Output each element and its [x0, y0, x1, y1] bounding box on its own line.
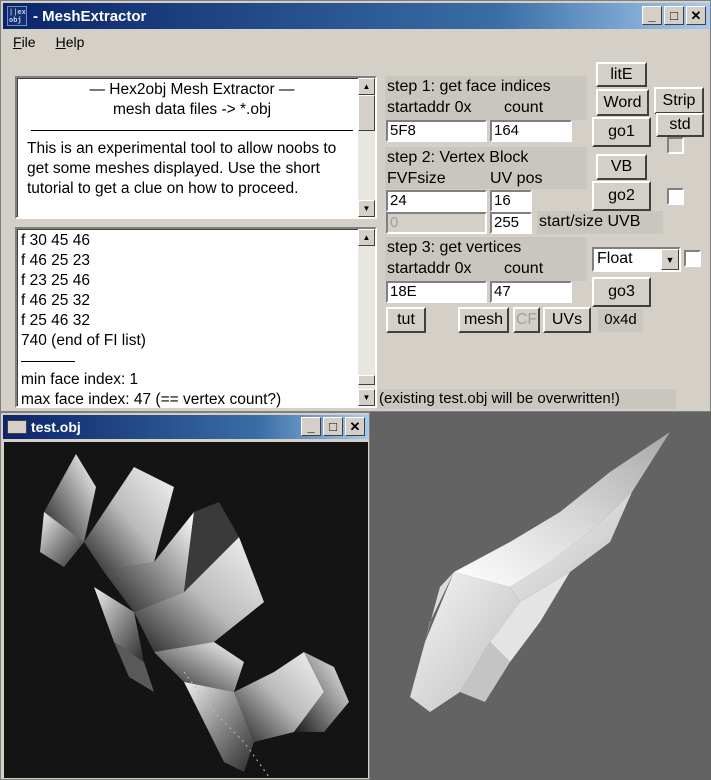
log-line: f 23 25 46: [21, 272, 90, 289]
strip-checkbox[interactable]: [667, 137, 684, 154]
go1-button[interactable]: go1: [592, 117, 651, 147]
menu-help-key: H: [55, 34, 66, 50]
menu-file[interactable]: File: [3, 31, 46, 53]
go2-button[interactable]: go2: [592, 181, 651, 211]
menu-file-rest: ile: [21, 34, 36, 50]
std-button[interactable]: std: [656, 113, 704, 137]
close-button[interactable]: ✕: [686, 6, 706, 25]
uvb-size-input[interactable]: 255: [490, 212, 532, 234]
step1-count-input[interactable]: 164: [490, 120, 572, 142]
info-heading: — Hex2obj Mesh Extractor —: [89, 81, 295, 98]
step3-count-input[interactable]: 47: [490, 281, 572, 303]
scroll-up-icon[interactable]: ▲: [358, 229, 375, 246]
log-line: f 46 25 23: [21, 252, 90, 269]
cf-button[interactable]: CF: [513, 307, 540, 333]
mesh-render-left: [40, 454, 349, 778]
step1-startaddr-input[interactable]: 5F8: [386, 120, 487, 142]
log-textbox[interactable]: f 30 45 46 f 46 25 23 f 23 25 46 f 46 25…: [15, 227, 377, 408]
step3-startaddr-input[interactable]: 18E: [386, 281, 487, 303]
gl-window: test.obj _ □ ✕: [0, 412, 370, 780]
main-window: ||ex obj - MeshExtractor _ □ ✕ File Help…: [0, 0, 711, 412]
step2-title: step 2: Vertex Block: [387, 149, 529, 166]
log-line: f 25 46 32: [21, 312, 90, 329]
scroll-up-icon[interactable]: ▲: [358, 78, 375, 95]
info-scrollbar[interactable]: ▲ ▼: [358, 78, 375, 217]
step3-addr-label: startaddr 0x: [387, 260, 472, 277]
tut-button[interactable]: tut: [386, 307, 426, 333]
info-subheading: mesh data files -> *.obj: [112, 101, 272, 118]
maximize-button[interactable]: □: [664, 6, 684, 25]
vb-button[interactable]: VB: [596, 154, 647, 180]
lite-button[interactable]: litE: [596, 62, 647, 87]
app-title-text: MeshExtractor: [42, 7, 147, 25]
scroll-down-icon[interactable]: ▼: [358, 389, 375, 406]
step3-count-label: count: [504, 260, 544, 277]
log-scrollbar[interactable]: ▲ ▼: [358, 229, 375, 406]
fvfsize-label: FVFsize: [387, 170, 446, 187]
step2-panel: step 2: Vertex Block FVFsize UV pos: [385, 147, 587, 189]
fvfsize-input[interactable]: 24: [386, 190, 487, 212]
gl-title-bar: test.obj _ □ ✕: [3, 415, 369, 439]
scroll-thumb[interactable]: [358, 375, 375, 385]
mesh-render-right: [410, 432, 670, 712]
word-button[interactable]: Word: [596, 89, 649, 116]
status-text: (existing test.obj will be overwritten!): [378, 389, 676, 409]
maximize-button[interactable]: □: [323, 417, 343, 436]
format-select[interactable]: Float ▼: [592, 247, 681, 272]
vertex-checkbox[interactable]: [667, 188, 684, 205]
strip-button[interactable]: Strip: [654, 87, 704, 114]
format-select-value: Float: [597, 250, 633, 267]
step1-addr-label: startaddr 0x: [387, 99, 472, 116]
info-textbox[interactable]: — Hex2obj Mesh Extractor — mesh data fil…: [15, 76, 377, 219]
mesh-preview: [370, 412, 711, 780]
app-icon: ||ex obj: [7, 6, 27, 26]
uvs-button[interactable]: UVs: [543, 307, 591, 333]
uvb-start-input[interactable]: 0: [386, 212, 487, 234]
hex-value-label: 0x4d: [598, 309, 643, 332]
step3-panel: step 3: get vertices startaddr 0x count: [385, 237, 587, 281]
uvb-label: start/size UVB: [537, 211, 663, 234]
close-button[interactable]: ✕: [345, 417, 365, 436]
menu-bar: File Help: [3, 31, 94, 53]
info-body: This is an experimental tool to allow no…: [27, 140, 337, 197]
minimize-button[interactable]: _: [642, 6, 662, 25]
mesh-button[interactable]: mesh: [458, 307, 509, 333]
log-line: min face index: 1: [21, 371, 139, 388]
uvpos-label: UV pos: [490, 170, 543, 187]
step1-count-label: count: [504, 99, 544, 116]
menu-help-rest: elp: [65, 34, 85, 50]
log-line: max face index: 47 (== vertex count?): [21, 391, 282, 408]
log-divider: [21, 361, 75, 362]
gl-window-title: test.obj: [31, 419, 81, 435]
format-checkbox[interactable]: [684, 250, 701, 267]
log-line: f 46 25 32: [21, 292, 90, 309]
log-line: f 30 45 46: [21, 232, 90, 249]
step3-title: step 3: get vertices: [387, 239, 522, 256]
step1-title: step 1: get face indices: [387, 78, 551, 95]
gl-viewport[interactable]: [4, 442, 368, 778]
window-icon: [7, 420, 27, 434]
menu-file-key: F: [13, 34, 22, 50]
scroll-down-icon[interactable]: ▼: [358, 200, 375, 217]
step1-panel: step 1: get face indices startaddr 0x co…: [385, 76, 587, 120]
go3-button[interactable]: go3: [592, 277, 651, 307]
menu-help[interactable]: Help: [46, 31, 95, 53]
log-line: 740 (end of FI list): [21, 332, 146, 349]
uvpos-input[interactable]: 16: [490, 190, 532, 212]
info-divider: [31, 130, 353, 131]
window-title: - MeshExtractor: [33, 7, 147, 25]
scroll-thumb[interactable]: [358, 95, 375, 131]
title-bar: ||ex obj - MeshExtractor _ □ ✕: [3, 3, 710, 29]
chevron-down-icon[interactable]: ▼: [661, 249, 679, 270]
minimize-button[interactable]: _: [301, 417, 321, 436]
